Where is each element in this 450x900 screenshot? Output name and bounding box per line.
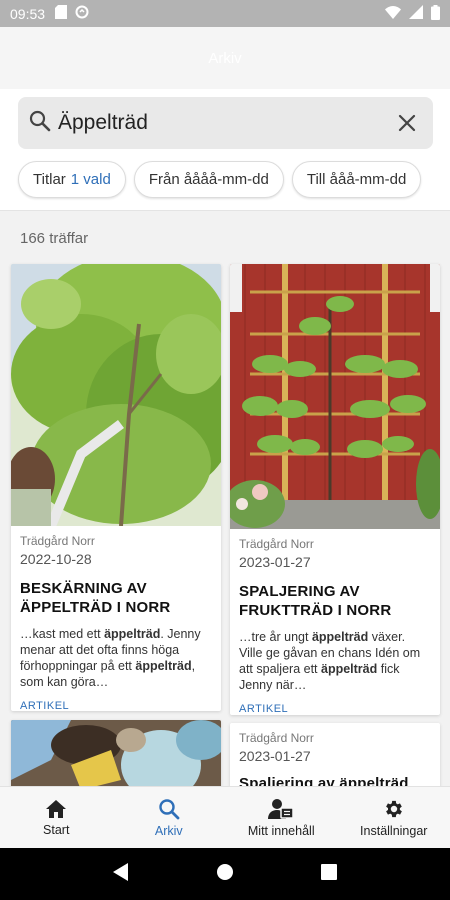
nav-installningar[interactable]: Inställningar xyxy=(338,787,450,848)
filter-from-date-chip[interactable]: Från åååå-mm-dd xyxy=(133,161,284,198)
article-title: BESKÄRNING AV ÄPPELTRÄD I NORR xyxy=(20,580,171,616)
article-card[interactable]: Trädgård Norr 2022-10-28 BESKÄRNING AV Ä… xyxy=(11,264,221,711)
article-source: Trädgård Norr xyxy=(20,534,95,548)
result-count: 166 träffar xyxy=(20,230,89,247)
article-type-tag: ARTIKEL xyxy=(239,703,289,715)
search-icon xyxy=(28,109,52,138)
filter-to-date-chip[interactable]: Till ååå-mm-dd xyxy=(291,161,422,198)
close-icon xyxy=(398,114,416,132)
search-area: Titlar 1 vald Från åååå-mm-dd Till ååå-m… xyxy=(0,89,450,211)
article-card[interactable]: Trädgård Norr 2023-01-27 SPALJERING AV F… xyxy=(230,264,440,715)
article-excerpt: …tre år ungt äppelträd växer. Ville ge g… xyxy=(239,630,421,692)
gear-icon xyxy=(385,800,402,817)
app-header: Arkiv xyxy=(0,27,450,89)
nav-arkiv[interactable]: Arkiv xyxy=(113,787,226,848)
article-date: 2023-01-27 xyxy=(239,748,311,764)
search-box[interactable] xyxy=(18,97,433,149)
article-title: SPALJERING AV FRUKTTRÄD I NORR xyxy=(239,583,392,619)
article-excerpt: …kast med ett äppelträd. Jenny menar att… xyxy=(20,627,201,689)
article-date: 2023-01-27 xyxy=(239,554,311,570)
nav-arkiv-label: Arkiv xyxy=(154,823,183,838)
nav-mitt-innehall[interactable]: Mitt innehåll xyxy=(225,787,338,848)
bottom-navigation: Start Arkiv Mitt innehåll Inställningar xyxy=(0,786,450,848)
filter-titles-label: Titlar xyxy=(33,171,66,188)
status-time: 09:53 xyxy=(10,5,46,22)
sd-card-icon xyxy=(55,5,68,22)
wifi-icon xyxy=(385,5,401,22)
filter-chips: Titlar 1 vald Från åååå-mm-dd Till ååå-m… xyxy=(18,161,422,198)
page-title: Arkiv xyxy=(208,49,242,67)
signal-icon xyxy=(409,5,423,22)
battery-icon xyxy=(431,4,440,23)
filter-titles-value: 1 vald xyxy=(70,171,111,188)
status-bar: 09:53 xyxy=(0,0,450,27)
filter-from-label: Från åååå-mm-dd xyxy=(148,171,269,188)
back-icon[interactable] xyxy=(113,862,129,886)
nav-mitt-innehall-label: Mitt innehåll xyxy=(247,823,315,838)
filter-to-label: Till ååå-mm-dd xyxy=(306,171,407,188)
home-circle-icon[interactable] xyxy=(216,863,234,886)
clear-search-button[interactable] xyxy=(391,107,423,139)
recents-icon[interactable] xyxy=(320,863,337,885)
nav-start-label: Start xyxy=(43,822,70,837)
article-source: Trädgård Norr xyxy=(239,537,314,551)
filter-titles-chip[interactable]: Titlar 1 vald xyxy=(18,161,126,198)
article-type-tag: ARTIKEL xyxy=(20,700,70,711)
system-navigation-bar xyxy=(0,848,450,900)
search-icon xyxy=(159,798,180,819)
data-saver-icon xyxy=(75,5,89,22)
nav-start[interactable]: Start xyxy=(0,787,113,848)
home-icon xyxy=(46,799,67,818)
nav-installningar-label: Inställningar xyxy=(360,823,428,838)
article-image xyxy=(230,264,440,529)
search-input[interactable] xyxy=(52,111,391,135)
article-image xyxy=(11,264,221,526)
article-source: Trädgård Norr xyxy=(239,731,314,745)
person-card-icon xyxy=(268,798,294,819)
article-date: 2022-10-28 xyxy=(20,551,92,567)
